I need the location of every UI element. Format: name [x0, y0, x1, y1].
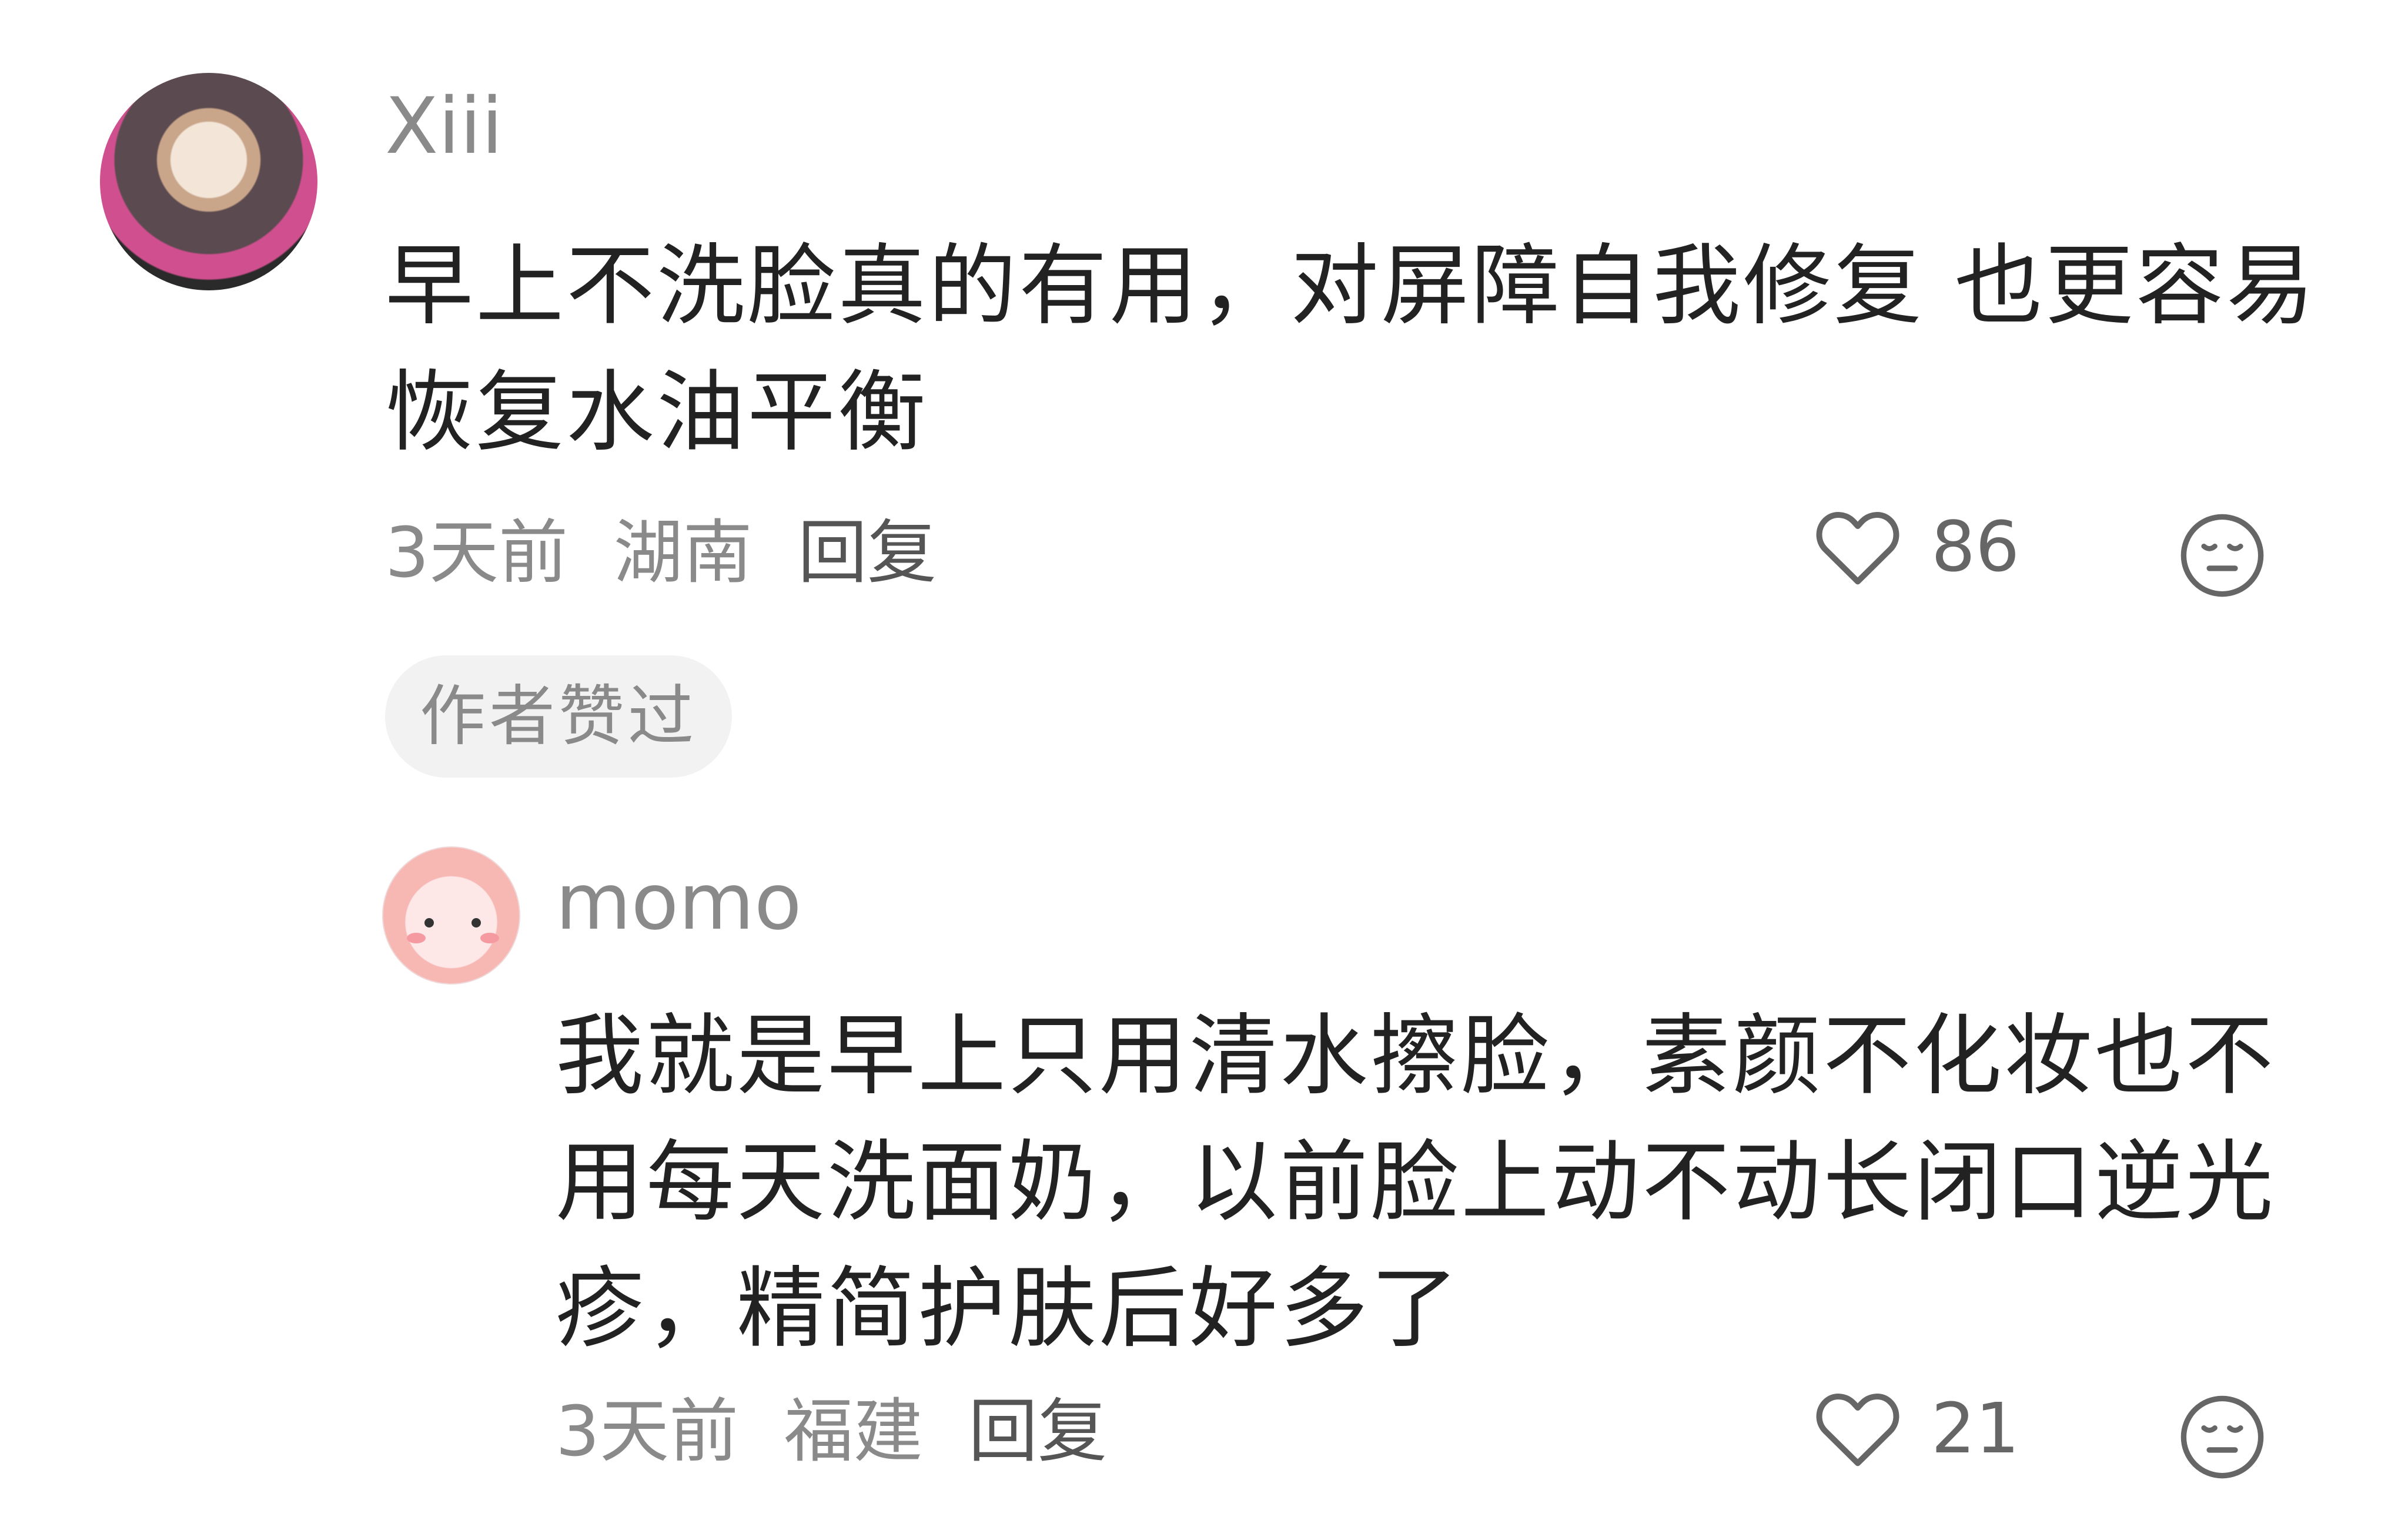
comment-location: 福建	[784, 1391, 923, 1472]
comment-time: 3天前	[385, 512, 568, 593]
reply-comment-item: momo 我就是早上只用清水擦脸，素颜不化妆也不用每天洗面奶，以前脸上动不动长闭…	[0, 788, 2408, 1537]
like-button[interactable]: 21	[1814, 1387, 2019, 1469]
meh-face-icon	[2180, 514, 2264, 597]
author-liked-badge: 作者赞过	[385, 655, 732, 778]
comment-meta: 3天前 福建 回复	[556, 1390, 1131, 1472]
username[interactable]: Xiii	[385, 82, 503, 170]
heart-icon	[1816, 1394, 1899, 1466]
comment-time: 3天前	[556, 1391, 739, 1472]
comment-text: 我就是早上只用清水擦脸，素颜不化妆也不用每天洗面奶，以前脸上动不动长闭口逆光疹，…	[556, 1005, 2276, 1360]
like-count: 21	[1931, 1388, 2020, 1469]
reply-button[interactable]: 回复	[968, 1391, 1107, 1472]
reply-button[interactable]: 回复	[798, 512, 937, 593]
dislike-button[interactable]	[2178, 1393, 2266, 1484]
like-count: 86	[1931, 506, 2020, 587]
user-avatar[interactable]	[382, 846, 520, 985]
username[interactable]: momo	[556, 858, 802, 946]
comment-item: Xiii 早上不洗脸真的有用，对屏障自我修复 也更容易恢复水油平衡 3天前 湖南…	[0, 0, 2408, 788]
comment-text: 早上不洗脸真的有用，对屏障自我修复 也更容易恢复水油平衡	[385, 235, 2317, 464]
dislike-button[interactable]	[2178, 511, 2266, 602]
heart-icon	[1816, 512, 1899, 585]
like-button[interactable]: 86	[1814, 505, 2019, 588]
meh-face-icon	[2180, 1395, 2264, 1479]
comment-meta: 3天前 湖南 回复	[385, 511, 960, 594]
comment-location: 湖南	[613, 512, 752, 593]
user-avatar[interactable]	[100, 73, 317, 290]
